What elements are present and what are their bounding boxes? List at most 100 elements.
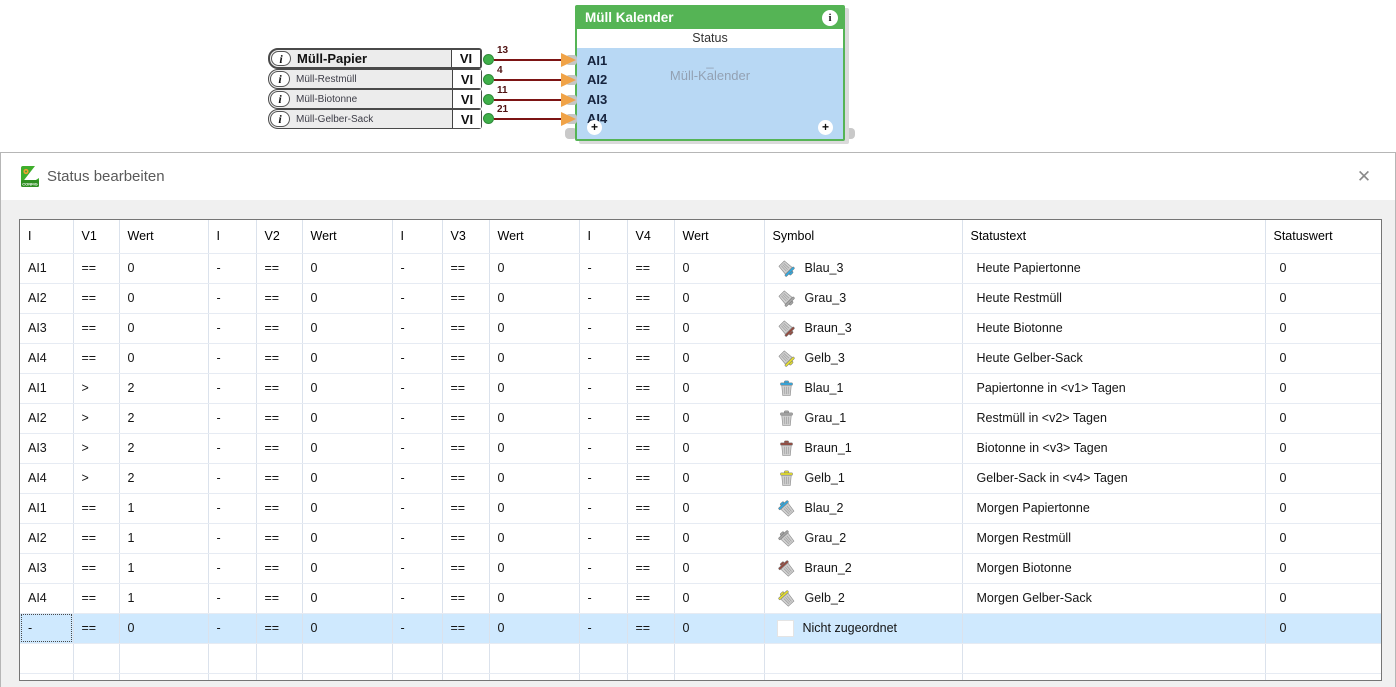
statustext-cell[interactable]: Heute Gelber-Sack <box>962 343 1266 374</box>
empty-cell[interactable] <box>119 673 209 680</box>
block-input-port[interactable]: AI3 <box>587 90 607 109</box>
statuswert-cell[interactable]: 0 <box>1265 313 1381 344</box>
table-row[interactable]: AI1 >2- == 0- == 0- == 0 Blau_1 Papiertonne in <v… <box>20 373 1381 404</box>
input-cell[interactable]: - <box>392 553 443 584</box>
wert-cell[interactable]: 2 <box>119 463 209 494</box>
operator-cell[interactable]: > <box>73 433 120 464</box>
operator-cell[interactable]: == <box>627 283 675 314</box>
statustext-cell[interactable]: Heute Restmüll <box>962 283 1266 314</box>
wert-cell[interactable]: 0 <box>302 373 393 404</box>
empty-cell[interactable] <box>962 643 1266 674</box>
empty-cell[interactable] <box>256 673 303 680</box>
statustext-cell[interactable]: Biotonne in <v3> Tagen <box>962 433 1266 464</box>
empty-cell[interactable] <box>256 643 303 674</box>
input-cell[interactable]: AI2 <box>20 283 74 314</box>
input-cell[interactable]: - <box>208 583 257 614</box>
operator-cell[interactable]: == <box>627 553 675 584</box>
wert-cell[interactable]: 0 <box>674 493 765 524</box>
wert-cell[interactable]: 1 <box>119 583 209 614</box>
empty-row[interactable] <box>20 673 1381 680</box>
statuswert-cell[interactable]: 0 <box>1265 373 1381 404</box>
wert-cell[interactable]: 0 <box>674 373 765 404</box>
statustext-cell[interactable] <box>962 613 1266 644</box>
input-cell[interactable]: - <box>208 613 257 644</box>
wert-cell[interactable]: 0 <box>674 433 765 464</box>
empty-cell[interactable] <box>208 673 257 680</box>
input-cell[interactable]: - <box>392 313 443 344</box>
wire[interactable] <box>494 79 561 81</box>
table-row[interactable]: AI4 >2- == 0- == 0- == 0 Gelb_1 Gelber-Sack in <v… <box>20 463 1381 494</box>
symbol-cell[interactable]: Blau_1 <box>764 373 963 404</box>
block-header[interactable]: Müll Kalender i <box>577 7 843 29</box>
wert-cell[interactable]: 0 <box>489 433 580 464</box>
wert-cell[interactable]: 0 <box>674 613 765 644</box>
input-cell[interactable]: - <box>392 433 443 464</box>
operator-cell[interactable]: == <box>442 373 490 404</box>
table-row[interactable]: AI3 == 1- == 0- == 0- == 0 Braun_2 Morgen Biotonne… <box>20 553 1381 584</box>
input-cell[interactable]: - <box>208 343 257 374</box>
empty-cell[interactable] <box>962 673 1266 680</box>
wert-cell[interactable]: 0 <box>119 253 209 284</box>
table-row[interactable]: AI4 == 1- == 0- == 0- == 0 Gelb_2 Morgen Gelber-Sa… <box>20 583 1381 614</box>
symbol-cell[interactable]: Grau_2 <box>764 523 963 554</box>
operator-cell[interactable]: == <box>442 283 490 314</box>
wert-cell[interactable]: 0 <box>489 343 580 374</box>
wert-cell[interactable]: 0 <box>674 343 765 374</box>
empty-cell[interactable] <box>674 673 765 680</box>
wert-cell[interactable]: 1 <box>119 523 209 554</box>
operator-cell[interactable]: > <box>73 403 120 434</box>
input-cell[interactable]: - <box>579 523 628 554</box>
input-block[interactable]: i Müll-Restmüll VI <box>268 69 482 89</box>
wert-cell[interactable]: 0 <box>674 553 765 584</box>
symbol-cell[interactable]: Nicht zugeordnet <box>764 613 963 644</box>
statuswert-cell[interactable]: 0 <box>1265 493 1381 524</box>
statustext-cell[interactable]: Heute Biotonne <box>962 313 1266 344</box>
input-cell[interactable]: AI1 <box>20 373 74 404</box>
table-row[interactable]: AI1 == 0- == 0- == 0- == 0 Blau_3 Heute Papiertonn… <box>20 253 1381 284</box>
wert-cell[interactable]: 0 <box>302 313 393 344</box>
wert-cell[interactable]: 0 <box>674 463 765 494</box>
empty-cell[interactable] <box>20 643 74 674</box>
input-arrow-icon[interactable] <box>561 112 576 126</box>
operator-cell[interactable]: == <box>442 313 490 344</box>
vi-port[interactable]: VI <box>452 90 481 108</box>
input-cell[interactable]: - <box>579 253 628 284</box>
wert-cell[interactable]: 2 <box>119 403 209 434</box>
operator-cell[interactable]: == <box>442 253 490 284</box>
operator-cell[interactable]: == <box>442 613 490 644</box>
operator-cell[interactable]: == <box>627 493 675 524</box>
empty-cell[interactable] <box>764 643 963 674</box>
statuswert-cell[interactable]: 0 <box>1265 343 1381 374</box>
statuswert-cell[interactable]: 0 <box>1265 613 1381 644</box>
input-cell[interactable]: - <box>208 553 257 584</box>
input-cell[interactable]: - <box>579 343 628 374</box>
symbol-cell[interactable]: Grau_3 <box>764 283 963 314</box>
statuswert-cell[interactable]: 0 <box>1265 463 1381 494</box>
symbol-cell[interactable]: Blau_2 <box>764 493 963 524</box>
empty-cell[interactable] <box>20 673 74 680</box>
empty-cell[interactable] <box>73 673 120 680</box>
wert-cell[interactable]: 0 <box>489 553 580 584</box>
input-cell[interactable]: AI3 <box>20 313 74 344</box>
input-cell[interactable]: - <box>579 283 628 314</box>
wert-cell[interactable]: 2 <box>119 433 209 464</box>
input-cell[interactable]: AI3 <box>20 553 74 584</box>
statustext-cell[interactable]: Morgen Biotonne <box>962 553 1266 584</box>
operator-cell[interactable]: == <box>256 613 303 644</box>
empty-cell[interactable] <box>302 673 393 680</box>
output-dot[interactable] <box>483 113 494 124</box>
input-cell[interactable]: - <box>392 343 443 374</box>
input-cell[interactable]: - <box>208 403 257 434</box>
input-cell[interactable]: - <box>579 583 628 614</box>
input-cell[interactable]: AI4 <box>20 583 74 614</box>
statuswert-cell[interactable]: 0 <box>1265 583 1381 614</box>
input-cell[interactable]: AI4 <box>20 343 74 374</box>
input-cell[interactable]: - <box>208 373 257 404</box>
wert-cell[interactable]: 0 <box>302 343 393 374</box>
wert-cell[interactable]: 0 <box>119 283 209 314</box>
empty-cell[interactable] <box>442 673 490 680</box>
operator-cell[interactable]: == <box>627 433 675 464</box>
info-icon[interactable]: i <box>822 10 838 26</box>
vi-port[interactable]: VI <box>452 110 481 128</box>
wire[interactable] <box>494 59 561 61</box>
